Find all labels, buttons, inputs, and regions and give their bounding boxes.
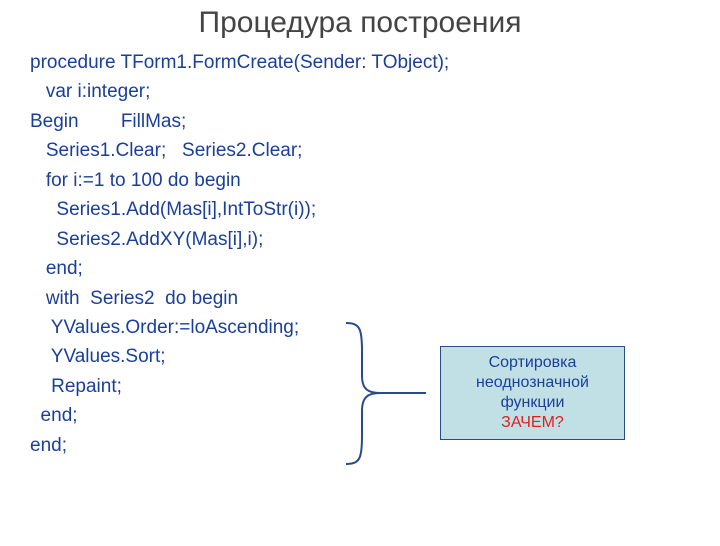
callout-text: Сортировка <box>445 353 620 373</box>
code-line: for i:=1 to 100 do begin <box>30 166 720 195</box>
code-line: procedure TForm1.FormCreate(Sender: TObj… <box>30 48 720 77</box>
slide-title: Процедура построения <box>0 6 720 40</box>
code-line: Begin FillMas; <box>30 107 720 136</box>
callout-text: неоднозначной <box>445 373 620 393</box>
code-line: Series1.Clear; Series2.Clear; <box>30 136 720 165</box>
code-line: var i:integer; <box>30 77 720 106</box>
callout-question: ЗАЧЕМ? <box>445 413 620 433</box>
callout-box: Сортировка неоднозначной функции ЗАЧЕМ? <box>440 346 625 440</box>
callout-text: функции <box>445 393 620 413</box>
code-line: Series2.AddXY(Mas[i],i); <box>30 225 720 254</box>
code-line: with Series2 do begin <box>30 284 720 313</box>
code-line: Series1.Add(Mas[i],IntToStr(i)); <box>30 195 720 224</box>
code-line: end; <box>30 254 720 283</box>
curly-brace-icon <box>340 321 430 471</box>
